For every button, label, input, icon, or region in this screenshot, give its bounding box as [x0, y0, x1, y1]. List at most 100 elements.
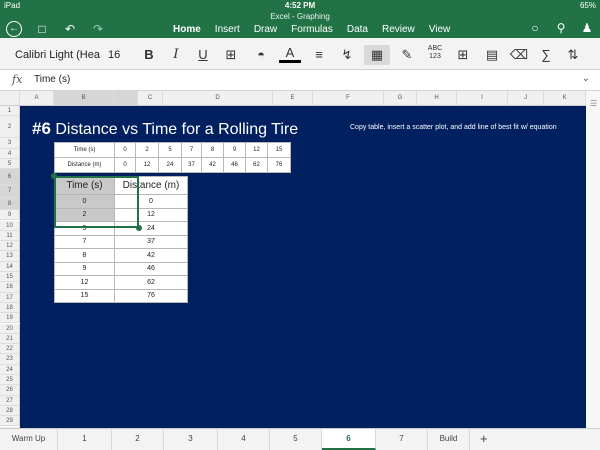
table-cell[interactable]: 12 — [135, 157, 159, 173]
row-header-2[interactable]: 2 — [0, 116, 20, 139]
table-cell[interactable]: 5 — [158, 142, 182, 158]
selection-handle-top-left[interactable] — [51, 173, 57, 179]
row-header-19[interactable]: 19 — [0, 313, 20, 324]
sheet-tab-2[interactable]: 2 — [112, 429, 164, 450]
row-header-20[interactable]: 20 — [0, 323, 20, 334]
table-cell[interactable]: 9 — [54, 261, 115, 276]
table-cell[interactable]: 15 — [267, 142, 291, 158]
borders-icon[interactable]: ⊞ — [220, 45, 242, 65]
row-header-3[interactable]: 3 — [0, 138, 20, 149]
spelling-button[interactable]: ABC 123 — [422, 45, 448, 65]
table-cell[interactable]: 76 — [267, 157, 291, 173]
sheet-tab-1[interactable]: 1 — [58, 429, 112, 450]
table-cell[interactable]: 24 — [158, 157, 182, 173]
table-cell[interactable]: 42 — [114, 248, 188, 263]
sheet-tab-7[interactable]: 7 — [376, 429, 428, 450]
row-header-16[interactable]: 16 — [0, 282, 20, 293]
formula-bar[interactable]: fx Time (s) ⌄ — [0, 70, 600, 91]
table-cell[interactable]: 2 — [135, 142, 159, 158]
row-header-9[interactable]: 9 — [0, 210, 20, 221]
underline-button[interactable]: U — [192, 45, 214, 65]
back-icon[interactable]: ← — [6, 21, 22, 37]
font-size-box[interactable]: 16 — [108, 46, 130, 64]
table-cell[interactable]: 12 — [54, 275, 115, 290]
row-header-29[interactable]: 29 — [0, 416, 20, 427]
table-cell[interactable]: 0 — [114, 157, 136, 173]
column-header-a[interactable]: A — [20, 91, 54, 106]
sheet-tab-warm-up[interactable]: Warm Up — [0, 429, 58, 450]
row-header-8[interactable]: 8 — [0, 198, 20, 211]
column-header-e[interactable]: E — [273, 91, 313, 106]
column-header-b2[interactable] — [114, 91, 138, 106]
chevron-down-icon[interactable]: ⌄ — [582, 73, 590, 84]
autosum-icon[interactable]: ∑ — [535, 45, 557, 65]
search-icon[interactable]: ⚲ — [554, 21, 568, 35]
function-icon[interactable]: fx — [12, 73, 22, 86]
table-cell[interactable]: 7 — [181, 142, 202, 158]
table-cell[interactable]: Time (s) — [54, 142, 115, 158]
italic-button[interactable]: I — [165, 45, 187, 65]
row-header-6[interactable]: 6 — [0, 169, 20, 186]
save-icon[interactable]: □ — [34, 21, 50, 37]
format-painter-icon[interactable]: ✎ — [396, 45, 418, 65]
row-header-4[interactable]: 4 — [0, 148, 20, 159]
redo-icon[interactable]: ↷ — [90, 21, 106, 37]
table-cell[interactable]: 9 — [223, 142, 246, 158]
table-cell[interactable]: 15 — [54, 288, 115, 303]
row-header-26[interactable]: 26 — [0, 385, 20, 396]
row-header-7[interactable]: 7 — [0, 185, 20, 199]
row-header-21[interactable]: 21 — [0, 333, 20, 345]
table-cell[interactable]: 12 — [245, 142, 268, 158]
row-header-10[interactable]: 10 — [0, 220, 20, 231]
table-cell[interactable]: 2 — [54, 207, 115, 222]
fill-color-icon[interactable]: ◓ — [250, 45, 272, 65]
font-color-icon[interactable]: A — [279, 45, 301, 63]
wrap-icon[interactable]: ↯ — [336, 45, 358, 65]
sheet-tab-build[interactable]: Build — [428, 429, 470, 450]
table-cell[interactable]: 37 — [114, 234, 188, 249]
column-header-i[interactable]: I — [457, 91, 508, 106]
row-header-24[interactable]: 24 — [0, 364, 20, 375]
table-cell[interactable]: 62 — [245, 157, 268, 173]
table-cell[interactable]: 76 — [114, 288, 188, 303]
insert-cells-icon[interactable]: ⊞ — [452, 45, 474, 65]
row-header-22[interactable]: 22 — [0, 344, 20, 355]
column-header-f[interactable]: F — [313, 91, 384, 106]
sort-filter-icon[interactable]: ⇅ — [562, 45, 584, 65]
row-header-13[interactable]: 13 — [0, 251, 20, 262]
selection-handle-bottom-right[interactable] — [136, 225, 142, 231]
column-header-k[interactable]: K — [544, 91, 586, 106]
cell-styles-icon[interactable]: ▦ — [364, 45, 390, 65]
table-cell[interactable]: 8 — [54, 248, 115, 263]
column-header-h[interactable]: H — [417, 91, 457, 106]
row-header-12[interactable]: 12 — [0, 241, 20, 252]
table-cell[interactable]: 0 — [54, 194, 115, 209]
sheet-tab-4[interactable]: 4 — [218, 429, 270, 450]
table-cell[interactable]: 46 — [223, 157, 246, 173]
table-cell[interactable]: 0 — [114, 142, 136, 158]
sheet-tab-6[interactable]: 6 — [322, 429, 376, 450]
bold-button[interactable]: B — [138, 45, 160, 65]
row-header-5[interactable]: 5 — [0, 158, 20, 170]
table-cell[interactable]: 37 — [181, 157, 202, 173]
row-header-27[interactable]: 27 — [0, 395, 20, 406]
table-cell[interactable]: 46 — [114, 261, 188, 276]
menu-lines-icon[interactable]: ☰ — [590, 99, 597, 111]
table-cell[interactable]: 7 — [54, 234, 115, 249]
column-header-j[interactable]: J — [508, 91, 544, 106]
table-cell[interactable]: Distance (m) — [54, 157, 115, 173]
formula-value[interactable]: Time (s) — [34, 74, 70, 85]
row-header-28[interactable]: 28 — [0, 405, 20, 417]
align-icon[interactable]: ≡ — [308, 45, 330, 65]
table-cell[interactable]: 0 — [114, 194, 188, 209]
add-sheet-button[interactable]: + — [470, 429, 498, 450]
lightbulb-icon[interactable]: ○ — [528, 21, 542, 35]
row-header-17[interactable]: 17 — [0, 292, 20, 303]
undo-icon[interactable]: ↶ — [62, 21, 78, 37]
vertical-scrollbar[interactable]: ☰ — [586, 91, 600, 428]
sheet-tab-3[interactable]: 3 — [164, 429, 218, 450]
select-all-corner[interactable] — [0, 91, 20, 106]
table-cell[interactable]: 42 — [201, 157, 224, 173]
row-header-11[interactable]: 11 — [0, 230, 20, 242]
table-cell[interactable]: 12 — [114, 207, 188, 222]
